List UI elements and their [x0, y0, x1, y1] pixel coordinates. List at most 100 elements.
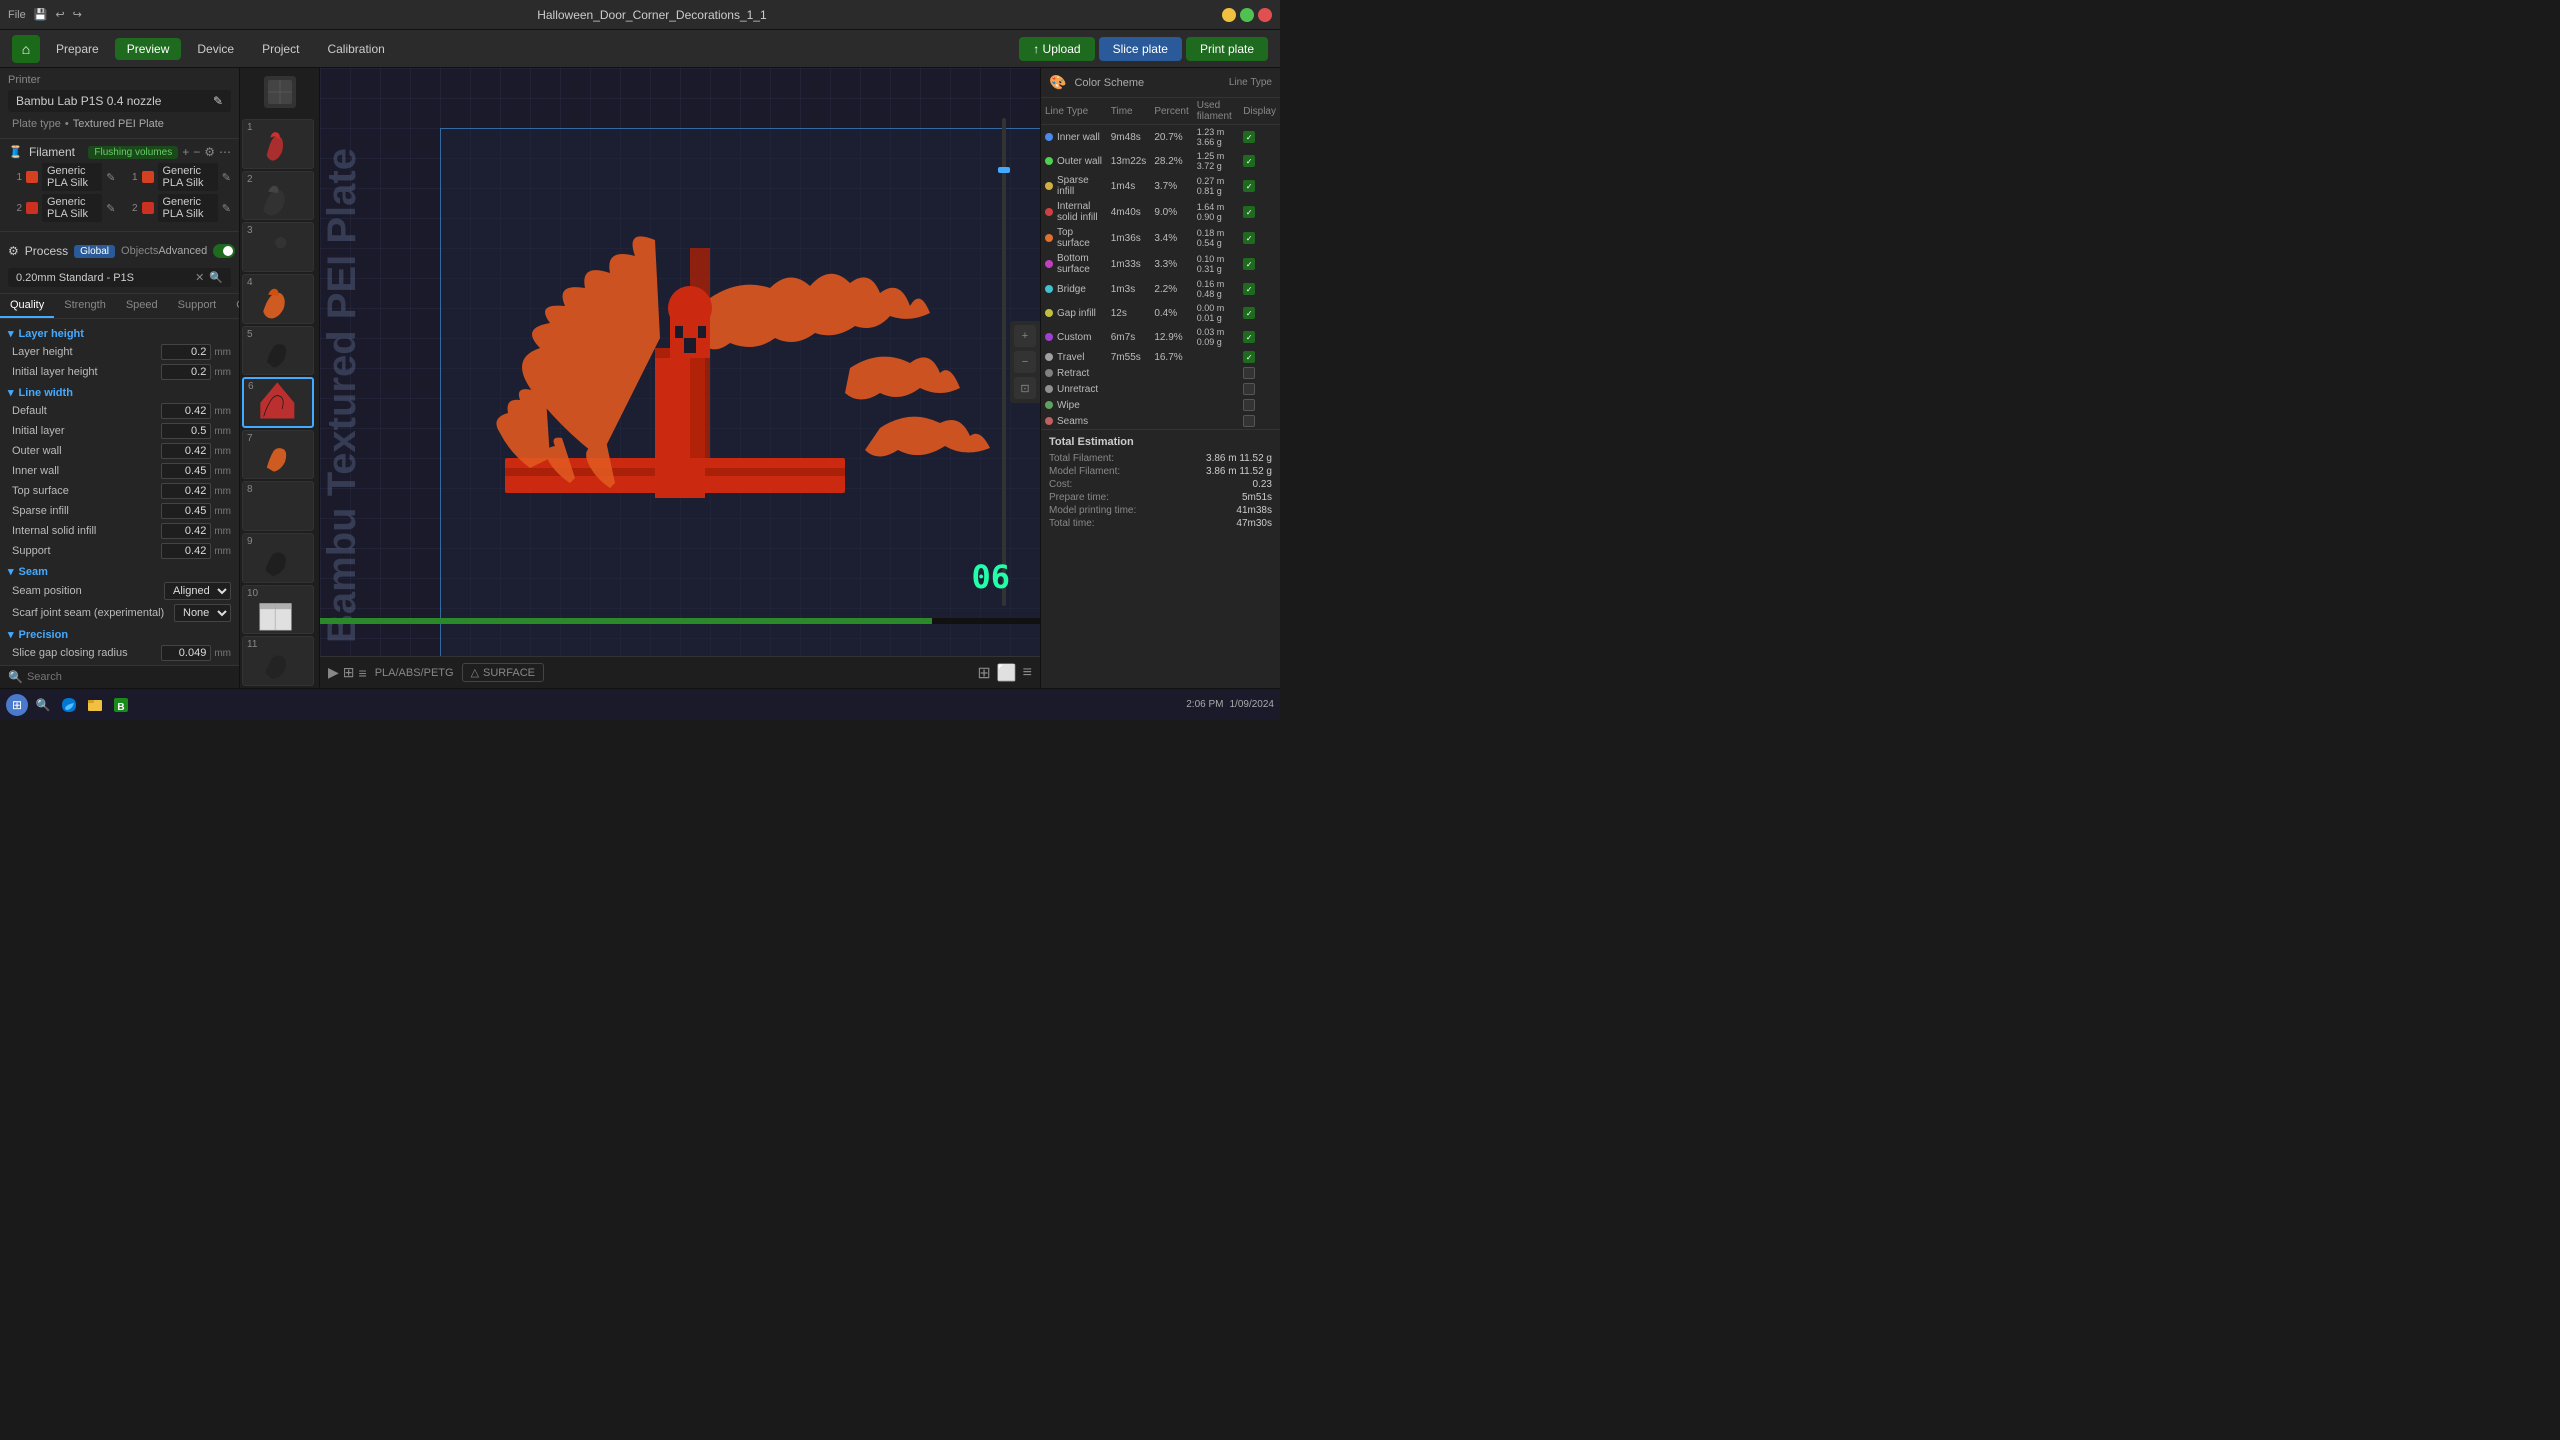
upload-btn[interactable]: ↑ Upload [1019, 37, 1094, 61]
file-menu[interactable]: File [8, 9, 26, 21]
thumbnail-8[interactable]: 8 [242, 481, 314, 531]
calibration-btn[interactable]: Calibration [315, 38, 396, 60]
tab-others[interactable]: Others [226, 294, 240, 318]
ct-display[interactable]: ✓ [1239, 301, 1280, 325]
fil-name-2[interactable]: Generic PLA Silk [42, 194, 102, 222]
support-input[interactable] [161, 543, 211, 559]
tab-quality[interactable]: Quality [0, 294, 54, 318]
objects-btn[interactable]: Objects [121, 245, 158, 257]
ct-display[interactable]: ✓ [1239, 325, 1280, 349]
view-3d-btn[interactable]: ⬜ [997, 663, 1017, 683]
filament-options-btn[interactable]: ⋯ [219, 145, 231, 159]
line-width-group[interactable]: ▾ Line width [8, 382, 231, 401]
filament-settings-btn[interactable]: ⚙ [204, 145, 215, 159]
global-btn[interactable]: Global [74, 245, 115, 258]
ct-display[interactable] [1239, 381, 1280, 397]
plate-type-value[interactable]: Textured PEI Plate [73, 118, 164, 130]
seam-group[interactable]: ▾ Seam [8, 561, 231, 580]
ct-display[interactable]: ✓ [1239, 277, 1280, 301]
ct-display[interactable]: ✓ [1239, 349, 1280, 365]
remove-filament-btn[interactable]: − [193, 145, 200, 159]
fil-edit-1b[interactable]: ✎ [222, 171, 231, 184]
seam-position-select[interactable]: Aligned [164, 582, 231, 600]
fil-name-1[interactable]: Generic PLA Silk [42, 163, 102, 191]
ct-display[interactable]: ✓ [1239, 199, 1280, 225]
layer-icon[interactable]: ≡ [359, 665, 367, 681]
tab-speed[interactable]: Speed [116, 294, 168, 318]
thumbnail-4[interactable]: 4 [242, 274, 314, 324]
advanced-toggle[interactable] [213, 244, 234, 258]
initial-layer-input[interactable] [161, 423, 211, 439]
precision-group[interactable]: ▾ Precision [8, 624, 231, 643]
default-input[interactable] [161, 403, 211, 419]
add-filament-btn[interactable]: + [182, 145, 189, 159]
fil-edit-2b[interactable]: ✎ [222, 202, 231, 215]
thumbnail-5[interactable]: 5 [242, 326, 314, 376]
close-btn[interactable] [1258, 8, 1272, 22]
thumbnail-3[interactable]: 3 [242, 222, 314, 272]
save-icon[interactable]: 💾 [34, 8, 48, 21]
ct-display[interactable]: ✓ [1239, 225, 1280, 251]
ct-display[interactable] [1239, 413, 1280, 429]
top-surface-input[interactable] [161, 483, 211, 499]
prepare-btn[interactable]: Prepare [44, 38, 111, 60]
fit-tool[interactable]: ⊡ [1014, 377, 1036, 399]
inner-wall-input[interactable] [161, 463, 211, 479]
print-btn[interactable]: Print plate [1186, 37, 1268, 61]
device-btn[interactable]: Device [185, 38, 246, 60]
thumbnail-6[interactable]: 6 [242, 377, 314, 427]
viewport[interactable]: Bambu Textured PEI Plate [320, 68, 1040, 656]
process-profile[interactable]: 0.20mm Standard - P1S ✕ 🔍 [8, 268, 231, 287]
start-btn[interactable]: ⊞ [6, 694, 28, 716]
view-top-btn[interactable]: ⊞ [977, 663, 990, 683]
layer-height-input[interactable] [161, 344, 211, 360]
redo-icon[interactable]: ↪ [73, 8, 82, 21]
minimize-btn[interactable] [1222, 8, 1236, 22]
play-icon[interactable]: ▶ [328, 664, 339, 681]
thumbnail-2[interactable]: 2 [242, 171, 314, 221]
layer-slider-thumb[interactable] [998, 167, 1010, 173]
home-btn[interactable]: ⌂ [12, 35, 40, 63]
project-btn[interactable]: Project [250, 38, 311, 60]
taskbar-bambu[interactable]: B [110, 694, 132, 716]
ct-display[interactable]: ✓ [1239, 173, 1280, 199]
grid-icon[interactable]: ⊞ [343, 664, 355, 681]
preview-btn[interactable]: Preview [115, 38, 182, 60]
fil-name-1b[interactable]: Generic PLA Silk [158, 163, 218, 191]
zoom-out-tool[interactable]: − [1014, 351, 1036, 373]
tab-strength[interactable]: Strength [54, 294, 116, 318]
taskbar-edge[interactable] [58, 694, 80, 716]
thumbnail-1[interactable]: 1 [242, 119, 314, 169]
tab-support[interactable]: Support [168, 294, 227, 318]
search-input[interactable] [27, 671, 231, 683]
internal-solid-infill-input[interactable] [161, 523, 211, 539]
zoom-in-tool[interactable]: + [1014, 325, 1036, 347]
fil-edit-1[interactable]: ✎ [106, 171, 115, 184]
fil-name-2b[interactable]: Generic PLA Silk [158, 194, 218, 222]
fil-edit-2[interactable]: ✎ [106, 202, 115, 215]
sparse-infill-input[interactable] [161, 503, 211, 519]
ct-display[interactable]: ✓ [1239, 125, 1280, 150]
flushing-volumes-btn[interactable]: Flushing volumes [88, 146, 178, 159]
thumbnail-9[interactable]: 9 [242, 533, 314, 583]
undo-icon[interactable]: ↩ [55, 8, 64, 21]
scarf-joint-select[interactable]: None [174, 604, 231, 622]
taskbar-explorer[interactable] [84, 694, 106, 716]
ct-display[interactable]: ✓ [1239, 149, 1280, 173]
printer-name-btn[interactable]: Bambu Lab P1S 0.4 nozzle ✎ [8, 90, 231, 112]
ct-display[interactable] [1239, 365, 1280, 381]
taskbar-search[interactable]: 🔍 [32, 694, 54, 716]
thumbnail-7[interactable]: 7 [242, 430, 314, 480]
maximize-btn[interactable] [1240, 8, 1254, 22]
slice-btn[interactable]: Slice plate [1099, 37, 1182, 61]
slice-gap-input[interactable] [161, 645, 211, 661]
ct-display[interactable]: ✓ [1239, 251, 1280, 277]
thumbnail-11[interactable]: 11 [242, 636, 314, 686]
surface-btn[interactable]: △ SURFACE [462, 663, 544, 682]
layer-height-group[interactable]: ▾ Layer height [8, 323, 231, 342]
view-menu-btn[interactable]: ≡ [1023, 664, 1032, 682]
initial-layer-height-input[interactable] [161, 364, 211, 380]
ct-display[interactable] [1239, 397, 1280, 413]
outer-wall-input[interactable] [161, 443, 211, 459]
thumbnail-10[interactable]: 10 [242, 585, 314, 635]
